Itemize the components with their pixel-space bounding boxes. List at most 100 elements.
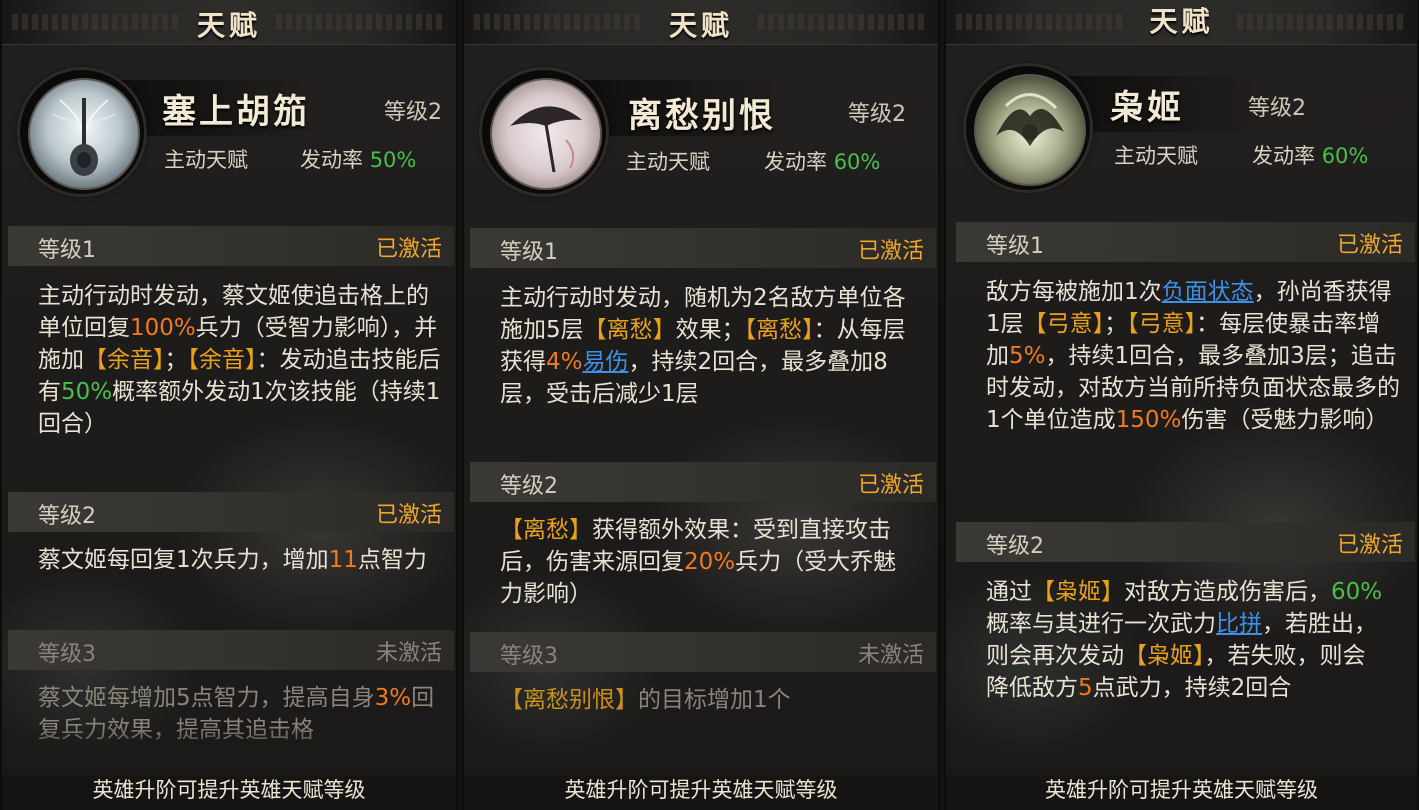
- level-status: 未激活: [857, 643, 924, 668]
- trigger-rate: 发动率 50%: [300, 144, 416, 174]
- level-label: 等级2: [500, 474, 558, 499]
- level-label: 等级1: [38, 238, 96, 263]
- header-ornament: [956, 14, 1126, 30]
- level-row-2: 等级2 已激活: [470, 462, 936, 502]
- skill-type: 主动天赋: [164, 148, 248, 172]
- desc-text: 点智力: [357, 547, 427, 573]
- header-ornament: [1237, 14, 1407, 30]
- panel-title: 天赋: [196, 9, 261, 42]
- footer-hint: 英雄升阶可提升英雄天赋等级: [946, 766, 1417, 810]
- umbrella-icon: [510, 106, 582, 173]
- level-status: 已激活: [1336, 233, 1403, 258]
- desc-value: 100%: [130, 315, 196, 341]
- glossary-link[interactable]: 易伤: [583, 349, 629, 375]
- panel-header: 天赋: [464, 0, 938, 45]
- skill-level: 等级2: [1248, 96, 1306, 121]
- footer-hint: 英雄升阶可提升英雄天赋等级: [2, 766, 456, 810]
- desc-text: 伤害（受魅力影响）: [1181, 407, 1389, 433]
- level-1-description: 主动行动时发动，随机为2名敌方单位各施加5层【离愁】效果；【离愁】：从每层获得4…: [500, 282, 914, 410]
- skill-avatar[interactable]: [20, 70, 144, 194]
- panel-title: 天赋: [1149, 5, 1214, 38]
- trigger-rate-label: 发动率: [300, 148, 363, 172]
- level-label: 等级3: [38, 642, 96, 667]
- desc-keyword: 【余音】: [187, 347, 257, 373]
- trigger-rate-value: 60%: [833, 150, 881, 174]
- skill-type: 主动天赋: [1114, 144, 1198, 168]
- desc-text: 蔡文姬每回复1次兵力，增加: [38, 547, 329, 573]
- panel-header: 天赋: [946, 0, 1417, 45]
- level-row-3: 等级3 未激活: [470, 632, 936, 672]
- desc-value: 60%: [1331, 579, 1383, 605]
- desc-keyword: 【枭姬】: [1032, 579, 1124, 605]
- trigger-rate-label: 发动率: [1252, 144, 1315, 168]
- desc-keyword: 【枭姬】: [1124, 643, 1205, 669]
- skill-name: 枭姬: [1110, 88, 1184, 128]
- desc-keyword: 【离愁】: [583, 317, 676, 343]
- scroll-fade: [2, 726, 456, 766]
- level-status: 已激活: [857, 239, 924, 264]
- level-row-1: 等级1 已激活: [956, 222, 1415, 262]
- level-1-description: 敌方每被施加1次负面状态，孙尚香获得1层【弓意】；【弓意】：每层使暴击率增加5%…: [986, 276, 1400, 436]
- skill-level: 等级2: [848, 102, 906, 127]
- level-row-1: 等级1 已激活: [470, 228, 936, 268]
- level-3-description: 【离愁别恨】的目标增加1个: [500, 684, 914, 716]
- talent-panel-2: 天赋 离愁别恨 等级2 主动天赋 发动率 60% 等级1 已激活 主动行动时发动…: [462, 0, 940, 810]
- header-ornament: [12, 14, 182, 30]
- desc-keyword: 【余音】: [84, 347, 165, 373]
- skill-level: 等级2: [384, 100, 442, 125]
- desc-text: ；: [164, 347, 188, 373]
- panel-header: 天赋: [2, 0, 456, 45]
- desc-value: 150%: [1115, 407, 1182, 433]
- desc-text: 点武力，持续2回合: [1092, 675, 1292, 701]
- desc-value: 20%: [684, 549, 736, 575]
- desc-keyword: 【弓意】: [1127, 311, 1197, 337]
- level-label: 等级3: [500, 644, 558, 669]
- level-status: 已激活: [375, 237, 442, 262]
- trigger-rate: 发动率 60%: [764, 146, 880, 176]
- level-status: 未激活: [375, 641, 442, 666]
- desc-text: 对敌方造成伤害后，: [1124, 579, 1331, 605]
- desc-value: 50%: [61, 379, 113, 405]
- footer-hint: 英雄升阶可提升英雄天赋等级: [464, 766, 938, 810]
- level-1-description: 主动行动时发动，蔡文姬使追击格上的单位回复100%兵力（受智力影响），并施加【余…: [38, 280, 446, 440]
- level-label: 等级1: [500, 240, 558, 265]
- trigger-rate-value: 60%: [1321, 144, 1369, 168]
- desc-text: 通过: [986, 579, 1032, 605]
- skill-name: 离愁别恨: [628, 96, 776, 136]
- talent-panel-1: 天赋 塞上胡笳 等级2 主动天赋 发动率 50% 等级1 已激活 主动行动时发动…: [0, 0, 458, 810]
- desc-value: 3%: [374, 685, 412, 711]
- level-row-2: 等级2 已激活: [8, 492, 454, 532]
- level-row-3: 等级3 未激活: [8, 630, 454, 670]
- desc-text: ；: [1104, 311, 1128, 337]
- level-2-description: 蔡文姬每回复1次兵力，增加11点智力: [38, 544, 438, 576]
- skill-name-bar: [1046, 76, 1417, 132]
- desc-text: 的目标增加1个: [638, 687, 791, 713]
- level-status: 已激活: [1336, 533, 1403, 558]
- level-label: 等级1: [986, 234, 1044, 259]
- header-ornament: [758, 14, 928, 30]
- desc-keyword: 【离愁】: [500, 517, 592, 543]
- desc-text: 敌方每被施加1次: [986, 279, 1162, 305]
- trigger-rate-value: 50%: [369, 148, 417, 172]
- header-ornament: [276, 14, 446, 30]
- level-status: 已激活: [857, 473, 924, 498]
- skill-avatar[interactable]: [966, 66, 1090, 190]
- pipa-instrument-icon: [51, 98, 117, 176]
- level-label: 等级2: [38, 504, 96, 529]
- desc-value: 4%: [546, 349, 583, 375]
- desc-value: 5: [1078, 675, 1093, 701]
- trigger-rate-label: 发动率: [764, 150, 827, 174]
- glossary-link[interactable]: 比拼: [1216, 611, 1262, 637]
- header-ornament: [474, 14, 644, 30]
- desc-keyword: 【离愁】: [744, 317, 814, 343]
- desc-keyword: 【离愁别恨】: [500, 687, 638, 713]
- talent-panel-3: 天赋 枭姬 等级2 主动天赋 发动率 60% 等级1 已激活 敌方每被施加1次负…: [944, 0, 1419, 810]
- skill-avatar[interactable]: [482, 70, 606, 194]
- level-2-description: 【离愁】获得额外效果：受到直接攻击后，伤害来源回复20%兵力（受大乔魅力影响）: [500, 514, 914, 610]
- glossary-link[interactable]: 负面状态: [1162, 279, 1254, 305]
- desc-keyword: 【弓意】: [1023, 311, 1105, 337]
- owl-bird-icon: [996, 93, 1064, 146]
- skill-name: 塞上胡笳: [162, 92, 310, 132]
- desc-text: 蔡文姬每增加5点智力，提高自身: [38, 685, 375, 711]
- level-2-description: 通过【枭姬】对敌方造成伤害后，60%概率与其进行一次武力比拼，若胜出，则会再次发…: [986, 576, 1386, 704]
